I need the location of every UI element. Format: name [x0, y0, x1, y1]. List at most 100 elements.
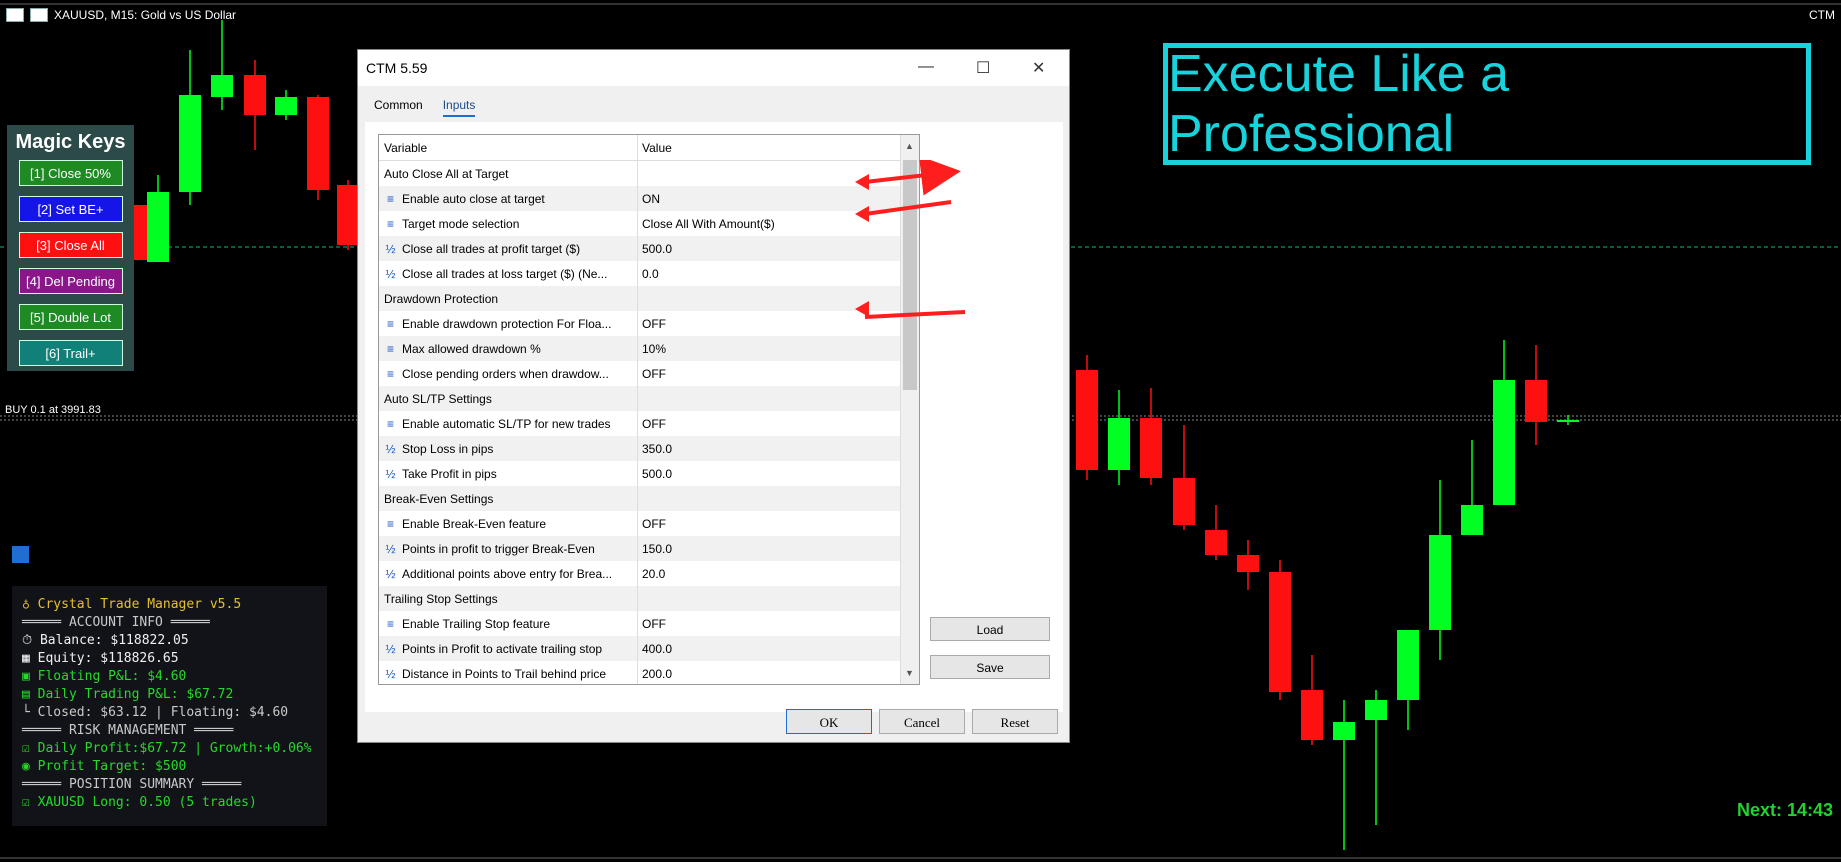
variable-cell: ≡ Target mode selection: [379, 211, 638, 236]
next-candle-timer: Next: 14:43: [1736, 800, 1833, 820]
grid-row[interactable]: ≡ Enable auto close at target ON: [379, 186, 919, 211]
variable-label: Enable Break-Even feature: [402, 516, 547, 531]
numeric-param-icon: ½: [385, 441, 396, 456]
grid-row[interactable]: ½ Points in profit to trigger Break-Even 1…: [379, 536, 919, 561]
candle-body: [1076, 370, 1098, 470]
candle-body: [211, 75, 233, 97]
load-button[interactable]: Load: [930, 617, 1050, 641]
value-cell[interactable]: 200.0: [638, 667, 897, 681]
variable-label: Enable auto close at target: [402, 191, 545, 206]
numeric-param-icon: ½: [385, 641, 396, 656]
expert-label: CTM: [1809, 8, 1835, 22]
value-cell[interactable]: 500.0: [638, 467, 897, 481]
value-cell[interactable]: 350.0: [638, 442, 897, 456]
numeric-param-icon: ½: [385, 266, 396, 281]
grid-row[interactable]: ≡ Enable Trailing Stop feature OFF: [379, 611, 919, 636]
magic-key-button-5[interactable]: [5] Double Lot: [18, 304, 123, 330]
grid-row[interactable]: ½ Points in Profit to activate trailing s…: [379, 636, 919, 661]
position-line: ☑ XAUUSD Long: 0.50 (5 trades): [22, 795, 257, 810]
candle-body: [147, 192, 169, 262]
variable-label: Auto Close All at Target: [384, 166, 509, 181]
candle-body: [244, 75, 266, 115]
value-cell[interactable]: 150.0: [638, 542, 897, 556]
grid-row[interactable]: ½ Distance in Points to Trail behind pric…: [379, 661, 919, 684]
arrow-2: [864, 200, 952, 216]
candle-body: [1173, 478, 1195, 525]
grid-row[interactable]: ½ Additional points above entry for Brea.…: [379, 561, 919, 586]
variable-cell: ½ Points in profit to trigger Break-Even: [379, 536, 638, 561]
panel-icon[interactable]: [12, 546, 29, 563]
save-button[interactable]: Save: [930, 655, 1050, 679]
tab-common[interactable]: Common: [374, 98, 423, 117]
grid-row[interactable]: ≡ Enable automatic SL/TP for new trades OF…: [379, 411, 919, 436]
value-cell[interactable]: OFF: [638, 367, 897, 381]
variable-label: Drawdown Protection: [384, 291, 499, 306]
ok-button[interactable]: OK: [786, 709, 872, 734]
numeric-param-icon: ½: [385, 541, 396, 556]
grid-row[interactable]: Drawdown Protection: [379, 286, 919, 311]
daily-line: ▤ Daily Trading P&L: $67.72: [22, 687, 234, 702]
variable-cell: ½ Distance in Points to Trail behind pric…: [379, 661, 638, 684]
close-icon[interactable]: ✕: [1032, 58, 1045, 78]
grid-row[interactable]: ½ Close all trades at loss target ($) (Ne…: [379, 261, 919, 286]
variable-label: Close all trades at loss target ($) (Ne.…: [402, 266, 608, 281]
grid-row[interactable]: Auto Close All at Target: [379, 161, 919, 186]
grid-row[interactable]: ≡ Enable drawdown protection For Floa... O…: [379, 311, 919, 336]
value-column-header[interactable]: Value: [638, 141, 897, 155]
value-cell[interactable]: 400.0: [638, 642, 897, 656]
grid-row[interactable]: ½ Take Profit in pips 500.0: [379, 461, 919, 486]
variable-column-header[interactable]: Variable: [379, 135, 638, 160]
maximize-icon[interactable]: ☐: [976, 58, 990, 78]
numeric-param-icon: ½: [385, 666, 396, 681]
cancel-button[interactable]: Cancel: [879, 709, 965, 734]
position-header: ═════ POSITION SUMMARY ═════: [22, 777, 242, 792]
magic-key-button-1[interactable]: [1] Close 50%: [18, 160, 123, 186]
minimize-icon[interactable]: —: [918, 58, 934, 76]
numeric-param-icon: ½: [385, 566, 396, 581]
variable-cell: ≡ Enable auto close at target: [379, 186, 638, 211]
chart-type-icon[interactable]: [30, 8, 48, 22]
grid-row[interactable]: ≡ Max allowed drawdown % 10%: [379, 336, 919, 361]
profit-target-line: ◉ Profit Target: $500: [22, 759, 187, 774]
variable-cell: ½ Stop Loss in pips: [379, 436, 638, 461]
scroll-up-icon[interactable]: ▲: [905, 141, 914, 151]
reset-button[interactable]: Reset: [972, 709, 1058, 734]
variable-cell: ≡ Enable Trailing Stop feature: [379, 611, 638, 636]
candle-body: [1140, 418, 1162, 478]
enum-param-icon: ≡: [386, 516, 394, 531]
grid-row[interactable]: ½ Stop Loss in pips 350.0: [379, 436, 919, 461]
enum-param-icon: ≡: [386, 616, 394, 631]
variable-label: Enable automatic SL/TP for new trades: [402, 416, 611, 431]
value-cell[interactable]: OFF: [638, 617, 897, 631]
value-cell[interactable]: OFF: [638, 417, 897, 431]
magic-key-button-2[interactable]: [2] Set BE+: [18, 196, 123, 222]
candle-body: [1237, 555, 1259, 572]
magic-key-button-3[interactable]: [3] Close All: [18, 232, 123, 258]
grid-row[interactable]: Auto SL/TP Settings: [379, 386, 919, 411]
grid-row[interactable]: ½ Close all trades at profit target ($) 50…: [379, 236, 919, 261]
balance-line: ⏱ Balance: $118822.05: [22, 633, 189, 648]
chart-menu-icon[interactable]: [6, 8, 24, 22]
value-cell[interactable]: 10%: [638, 342, 897, 356]
grid-row[interactable]: Trailing Stop Settings: [379, 586, 919, 611]
candle-body: [1333, 722, 1355, 740]
value-cell[interactable]: 20.0: [638, 567, 897, 581]
buy-order-label: BUY 0.1 at 3991.83: [5, 404, 101, 416]
dialog-titlebar[interactable]: CTM 5.59 — ☐ ✕: [358, 50, 1069, 86]
enum-param-icon: ≡: [386, 191, 394, 206]
candle-body: [1525, 380, 1547, 422]
variable-label: Auto SL/TP Settings: [384, 391, 492, 406]
magic-key-button-4[interactable]: [4] Del Pending: [18, 268, 123, 294]
grid-row[interactable]: Break-Even Settings: [379, 486, 919, 511]
enum-param-icon: ≡: [386, 366, 394, 381]
variable-cell: ½ Close all trades at loss target ($) (Ne…: [379, 261, 638, 286]
grid-row[interactable]: ≡ Enable Break-Even feature OFF: [379, 511, 919, 536]
variable-cell: ½ Additional points above entry for Brea.…: [379, 561, 638, 586]
variable-cell: ½ Take Profit in pips: [379, 461, 638, 486]
magic-key-button-6[interactable]: [6] Trail+: [18, 340, 123, 366]
value-cell[interactable]: OFF: [638, 517, 897, 531]
tab-inputs[interactable]: Inputs: [442, 98, 476, 117]
grid-row[interactable]: ≡ Target mode selection Close All With Amo…: [379, 211, 919, 236]
grid-row[interactable]: ≡ Close pending orders when drawdow... OFF: [379, 361, 919, 386]
scroll-down-icon[interactable]: ▼: [905, 668, 914, 678]
